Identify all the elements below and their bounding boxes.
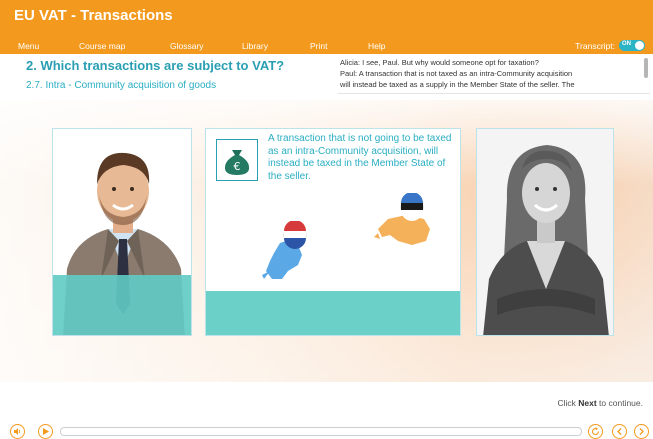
app-title: EU VAT - Transactions <box>14 7 173 24</box>
menu-item-course-map[interactable]: Course map <box>79 41 125 51</box>
transcript-line: will instead be taxed as a supply in the… <box>340 80 575 89</box>
euro-symbol: € <box>234 160 241 173</box>
continue-prefix: Click <box>557 398 579 408</box>
section-subtitle: 2.7. Intra - Community acquisition of go… <box>26 80 217 91</box>
chevron-right-icon <box>639 428 644 435</box>
character-card-male <box>52 128 192 336</box>
previous-button[interactable] <box>612 424 627 439</box>
character-card-female <box>476 128 614 336</box>
menu-bar: Menu Course map Glossary Library Print H… <box>0 38 653 54</box>
menu-item-help[interactable]: Help <box>368 41 385 51</box>
menu-item-library[interactable]: Library <box>242 41 268 51</box>
woman-portrait-image <box>477 129 613 335</box>
continue-next-word: Next <box>578 398 597 408</box>
progress-bar[interactable] <box>60 427 582 436</box>
chevron-left-icon <box>617 428 622 435</box>
play-button[interactable] <box>38 424 53 439</box>
toggle-state-label: ON <box>622 41 631 47</box>
transcript-line: Alicia: I see, Paul. But why would someo… <box>340 58 539 67</box>
transcript-control: Transcript: ON <box>575 40 645 51</box>
transcript-scrollbar[interactable] <box>644 58 648 78</box>
transcript-line: Paul: A transaction that is not taxed as… <box>340 69 573 78</box>
money-bag-icon: € <box>216 139 258 181</box>
menu-item-glossary[interactable]: Glossary <box>170 41 204 51</box>
replay-button[interactable] <box>588 424 603 439</box>
title-bar: EU VAT - Transactions <box>0 0 653 38</box>
info-card: € A transaction that is not going to be … <box>205 128 461 336</box>
section-title: 2. Which transactions are subject to VAT… <box>26 58 285 73</box>
estonia-map-icon <box>374 193 430 245</box>
replay-icon <box>591 427 600 436</box>
toggle-knob <box>635 41 644 50</box>
audio-icon <box>14 428 21 435</box>
transcript-toggle[interactable]: ON <box>619 40 645 51</box>
course-player: EU VAT - Transactions Menu Course map Gl… <box>0 0 653 439</box>
playback-controls <box>0 424 653 439</box>
teal-accent-shape <box>53 275 191 335</box>
next-button[interactable] <box>634 424 649 439</box>
transcript-panel[interactable]: Alicia: I see, Paul. But why would someo… <box>338 56 650 94</box>
menu-item-menu[interactable]: Menu <box>18 41 39 51</box>
teal-band <box>206 291 460 335</box>
continue-hint: Click Next to continue. <box>557 398 643 408</box>
continue-suffix: to continue. <box>596 398 643 408</box>
transcript-label: Transcript: <box>575 40 615 51</box>
play-icon <box>43 428 49 435</box>
slide-body-text: A transaction that is not going to be ta… <box>268 133 452 182</box>
menu-item-print[interactable]: Print <box>310 41 327 51</box>
audio-button[interactable] <box>10 424 25 439</box>
netherlands-map-icon <box>262 221 307 279</box>
